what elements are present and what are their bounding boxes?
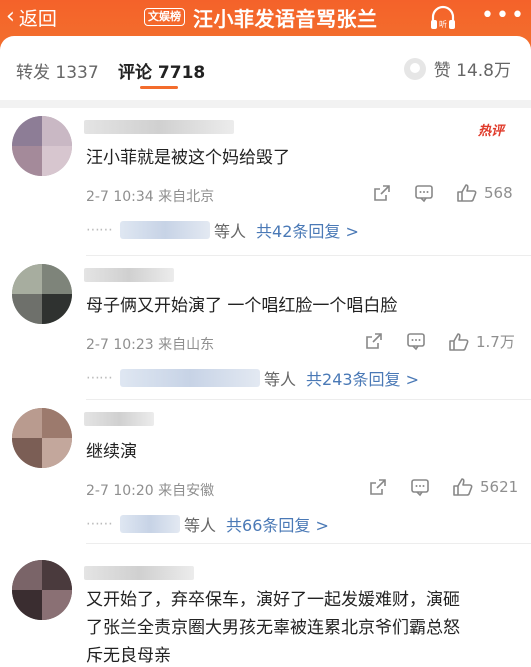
hot-comment-badge: 热评 [478, 124, 505, 139]
avatar[interactable] [12, 408, 72, 468]
reply-user-blurred [120, 221, 210, 239]
share-button[interactable] [364, 331, 384, 351]
top-bar: ‹ 返回 文娱榜 汪小菲发语音骂张兰 听 ••• [0, 0, 531, 36]
title-wrap: 文娱榜 汪小菲发语音骂张兰 [144, 3, 378, 31]
username-blurred[interactable] [84, 566, 194, 580]
reply-button[interactable] [414, 183, 434, 203]
dots-icon: ⋯⋯ [86, 222, 113, 238]
comment-item: 母子俩又开始演了 一个唱红脸一个唱白脸 2-7 10:23 来自山东 1.7万 … [0, 256, 531, 400]
tabs-bar: 转发 1337 评论 7718 赞 14.8万 [0, 36, 531, 100]
like-count: 568 [484, 184, 513, 202]
avatar[interactable] [12, 116, 72, 176]
dots-icon: ⋯⋯ [86, 370, 113, 386]
tab-like[interactable]: 赞 14.8万 [403, 56, 511, 81]
comment-text: 又开始了，弃卒保车，演好了一起发媛难财，演砸 了张兰全责京圈大男孩无辜被连累北京… [86, 586, 460, 667]
reply-button[interactable] [410, 477, 430, 497]
reply-suffix: 等人 [184, 516, 217, 535]
tab-underline [140, 86, 178, 89]
back-button[interactable]: ‹ 返回 [6, 3, 57, 31]
share-button[interactable] [372, 183, 392, 203]
reply-summary[interactable]: ⋯⋯ 等人 共66条回复 > [86, 512, 329, 536]
share-icon [366, 333, 382, 349]
share-button[interactable] [368, 477, 388, 497]
comment-icon [407, 333, 425, 351]
reply-suffix: 等人 [264, 370, 297, 389]
share-icon [374, 185, 390, 201]
comment-icon [411, 479, 429, 497]
comment-meta: 2-7 10:34 来自北京 [86, 189, 215, 205]
avatar[interactable] [12, 560, 72, 620]
reply-link[interactable]: 共66条回复 > [226, 512, 329, 536]
thumbs-up-icon [457, 184, 477, 202]
comment-meta: 2-7 10:23 来自山东 [86, 337, 215, 353]
thumbs-up-icon [449, 332, 469, 351]
category-badge: 文娱榜 [144, 8, 185, 26]
comment-text: 继续演 [86, 442, 137, 462]
back-label: 返回 [18, 7, 57, 30]
comment-text-line: 了张兰全责京圈大男孩无辜被连累北京爷们霸总怒 [86, 618, 460, 638]
comment-text: 汪小菲就是被这个妈给毁了 [86, 148, 290, 168]
avatar[interactable] [12, 264, 72, 324]
comment-item: 又开始了，弃卒保车，演好了一起发媛难财，演砸 了张兰全责京圈大男孩无辜被连累北京… [0, 544, 531, 667]
page-title: 汪小菲发语音骂张兰 [193, 6, 378, 31]
like-count: 5621 [480, 478, 519, 496]
username-blurred[interactable] [84, 268, 174, 282]
listen-label: 听 [439, 20, 447, 29]
reply-summary[interactable]: ⋯⋯ 等人 共42条回复 > [86, 218, 359, 242]
like-button[interactable]: 568 [456, 183, 513, 203]
username-blurred[interactable] [84, 120, 234, 134]
chevron-left-icon: ‹ [6, 4, 15, 29]
comment-icon [415, 185, 433, 203]
tab-repost[interactable]: 转发 1337 [16, 58, 99, 83]
like-tab-label: 赞 14.8万 [433, 61, 511, 81]
reply-summary[interactable]: ⋯⋯ 等人 共243条回复 > [86, 366, 419, 390]
share-icon [370, 479, 386, 495]
headphones-icon: 听 [431, 5, 455, 29]
comment-item: 热评 汪小菲就是被这个妈给毁了 2-7 10:34 来自北京 568 ⋯⋯ 等人… [0, 108, 531, 256]
section-divider [0, 100, 531, 108]
reply-link[interactable]: 共243条回复 > [306, 366, 419, 390]
thumbs-up-icon [453, 478, 473, 496]
like-button[interactable]: 5621 [452, 477, 518, 497]
like-button[interactable]: 1.7万 [448, 331, 515, 352]
reply-user-blurred [120, 369, 260, 387]
dots-icon: ⋯⋯ [86, 516, 113, 532]
reply-suffix: 等人 [214, 222, 247, 241]
like-avatar-icon [403, 57, 426, 80]
comment-text: 母子俩又开始演了 一个唱红脸一个唱白脸 [86, 296, 398, 316]
reply-user-blurred [120, 515, 180, 533]
username-blurred[interactable] [84, 412, 154, 426]
more-button[interactable]: ••• [481, 5, 526, 27]
comment-text-line: 斥无良母亲 [86, 646, 171, 666]
comment-meta: 2-7 10:20 来自安徽 [86, 483, 215, 499]
comment-text-line: 又开始了，弃卒保车，演好了一起发媛难财，演砸 [86, 590, 460, 610]
listen-button[interactable]: 听 [428, 4, 458, 32]
comment-item: 继续演 2-7 10:20 来自安徽 5621 ⋯⋯ 等人 共66条回复 > [0, 400, 531, 544]
reply-link[interactable]: 共42条回复 > [256, 218, 359, 242]
reply-button[interactable] [406, 331, 426, 351]
like-count: 1.7万 [476, 333, 515, 351]
